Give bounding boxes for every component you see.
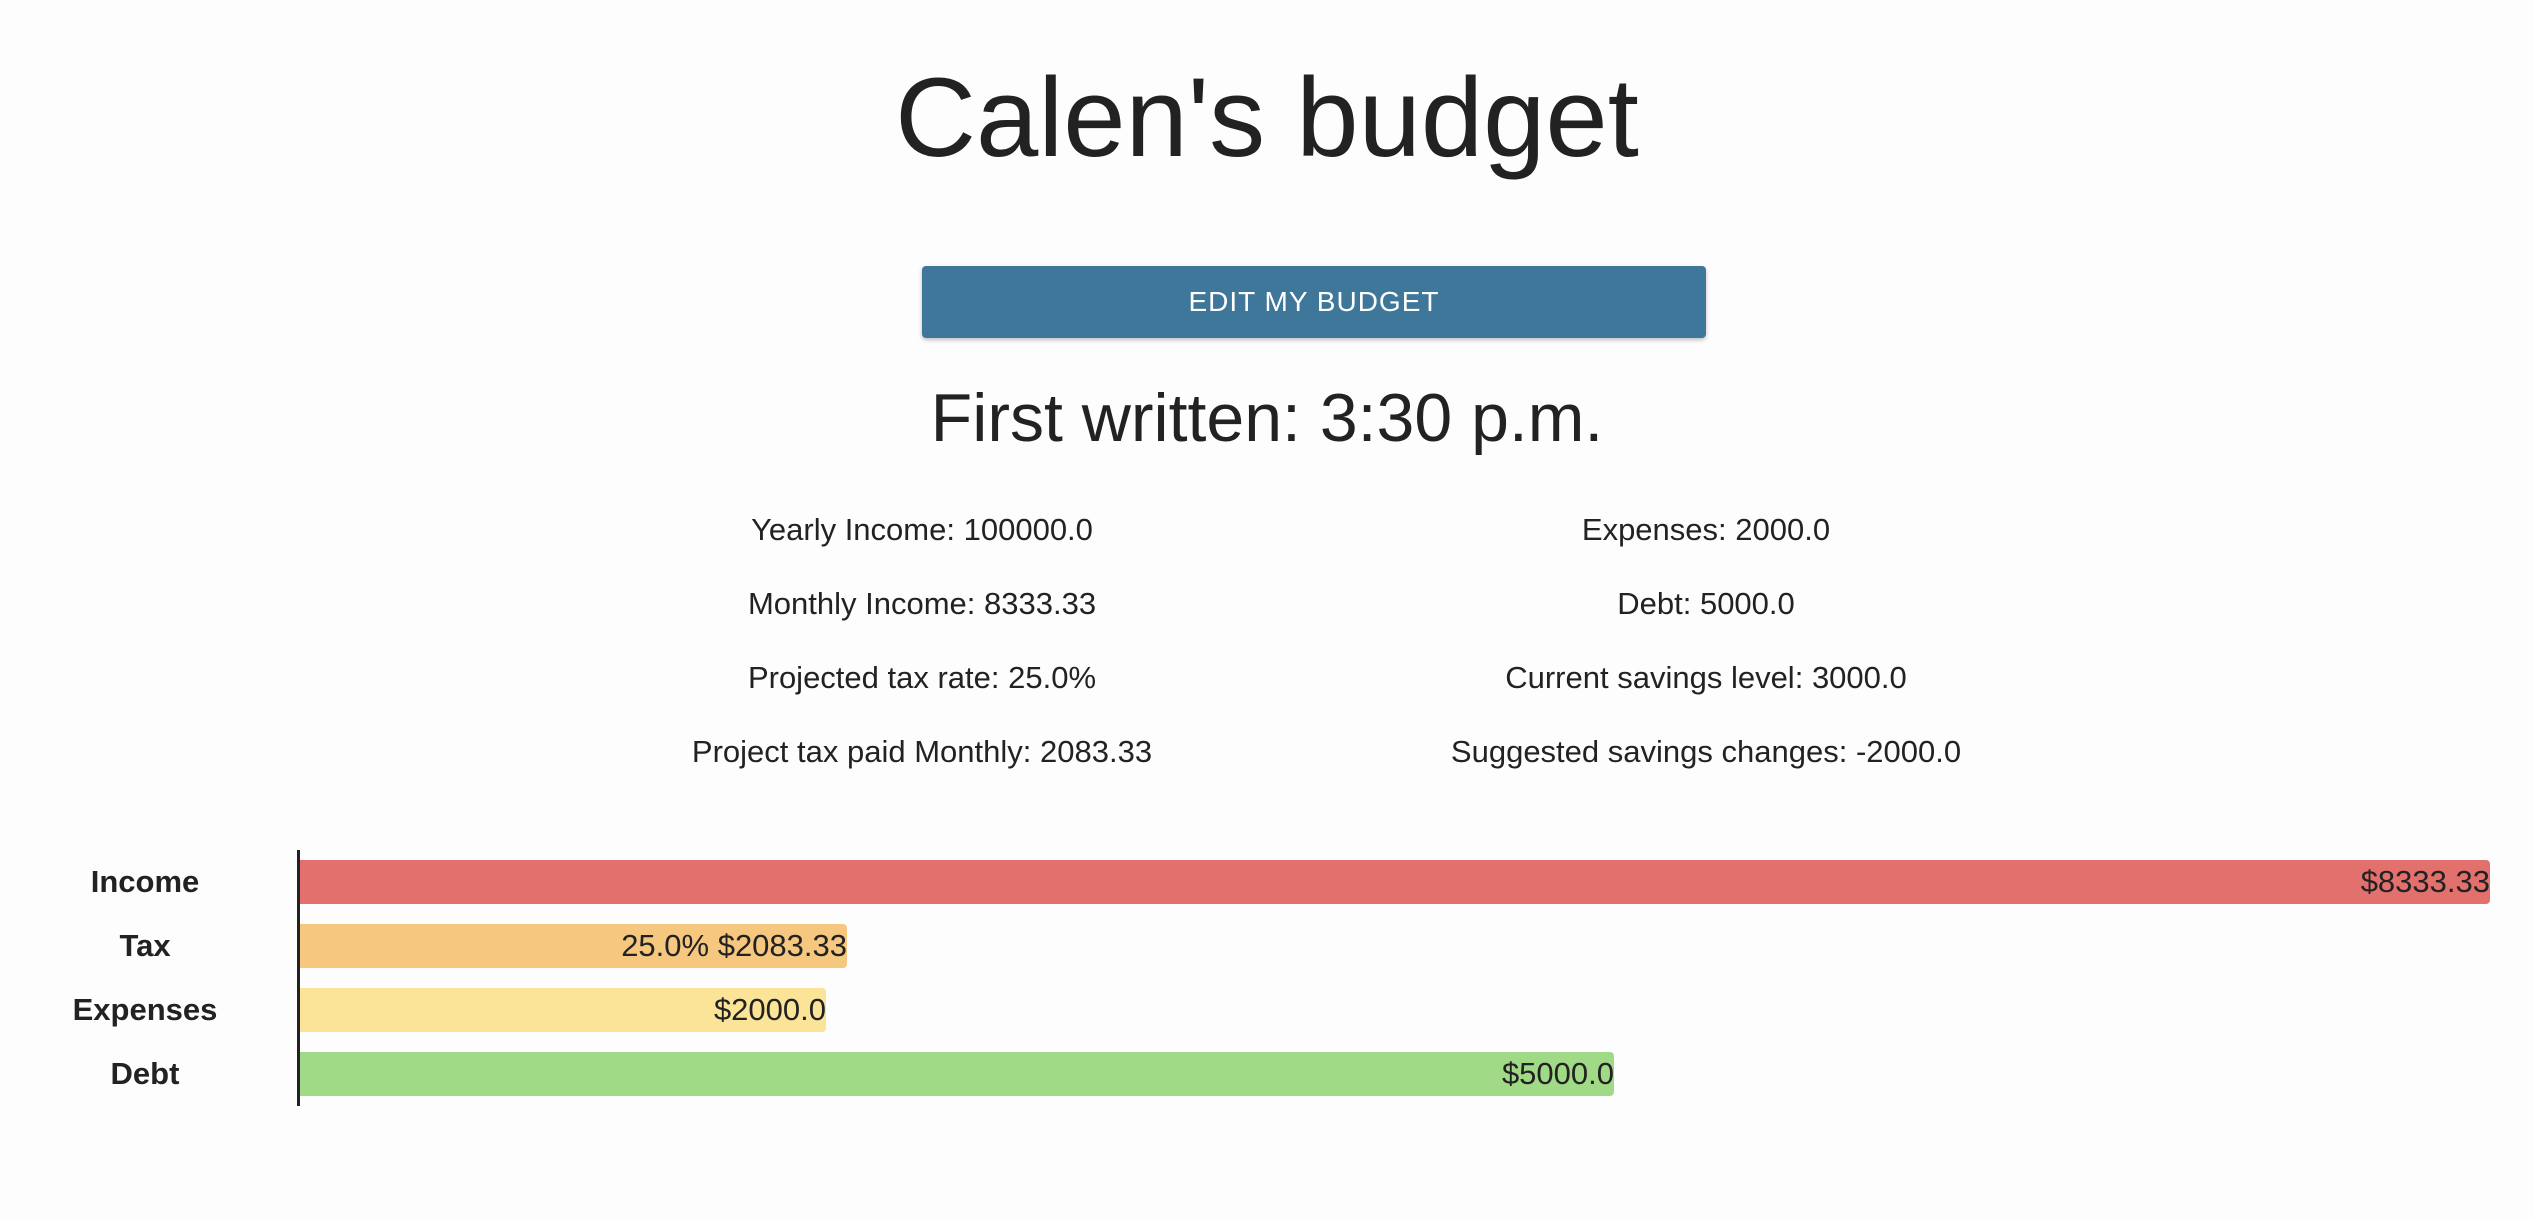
bar-label-expenses: Expenses [72,992,218,1027]
stat-value: -2000.0 [1855,734,1962,769]
stat-label: Project tax paid Monthly: [691,734,1032,769]
stat-value: 5000.0 [1699,586,1795,621]
first-written-heading: First written: 3:30 p.m. [0,384,2534,452]
stat-label: Projected tax rate: [747,660,1000,695]
stat-projected-tax-rate: Projected tax rate: 25.0% [622,662,1222,736]
stat-label: Debt: [1617,586,1692,621]
first-written-time: 3:30 p.m. [1319,380,1604,456]
stat-label: Yearly Income: [751,512,955,547]
bar-row-debt: Debt $5000.0 [0,1052,2534,1096]
stat-debt: Debt: 5000.0 [1406,588,2006,662]
bar-value-label-income: $8333.33 [2360,864,2490,899]
stat-value: 3000.0 [1811,660,1907,695]
page-title: Calen's budget [895,55,1639,180]
stats-left-column: Yearly Income: 100000.0 Monthly Income: … [622,514,1222,810]
stat-label: Current savings level: [1505,660,1804,695]
stat-yearly-income: Yearly Income: 100000.0 [622,514,1222,588]
edit-budget-button[interactable]: EDIT MY BUDGET [922,266,1706,338]
stat-value: 2000.0 [1735,512,1831,547]
bar-row-tax: Tax 25.0% $2083.33 [0,924,2534,968]
stat-expenses: Expenses: 2000.0 [1406,514,2006,588]
stat-tax-paid-monthly: Project tax paid Monthly: 2083.33 [622,736,1222,810]
stat-label: Monthly Income: [747,586,976,621]
stat-suggested-savings-changes: Suggested savings changes: -2000.0 [1406,736,2006,810]
budget-bar-chart: Income $8333.33 Tax 25.0% $2083.33 Expenses $… [0,850,2534,1106]
stat-label: Suggested savings changes: [1450,734,1848,769]
bar-label-debt: Debt [110,1056,180,1091]
stat-label: Expenses: [1581,512,1727,547]
stat-monthly-income: Monthly Income: 8333.33 [622,588,1222,662]
stat-value: 25.0% [1008,660,1097,695]
stats-right-column: Expenses: 2000.0 Debt: 5000.0 Current sa… [1406,514,2006,810]
stat-value: 8333.33 [984,586,1097,621]
bar-value-label-tax: 25.0% $2083.33 [621,928,847,963]
bar-value-label-debt: $5000.0 [1501,1056,1614,1091]
bar-label-tax: Tax [119,928,171,963]
bar-label-income: Income [90,864,200,899]
stat-value: 100000.0 [963,512,1093,547]
stat-value: 2083.33 [1040,734,1153,769]
bar-row-expenses: Expenses $2000.0 [0,988,2534,1032]
bar-value-label-expenses: $2000.0 [713,992,826,1027]
stat-current-savings: Current savings level: 3000.0 [1406,662,2006,736]
first-written-label: First written: [930,380,1301,456]
bar-row-income: Income $8333.33 [0,860,2534,904]
